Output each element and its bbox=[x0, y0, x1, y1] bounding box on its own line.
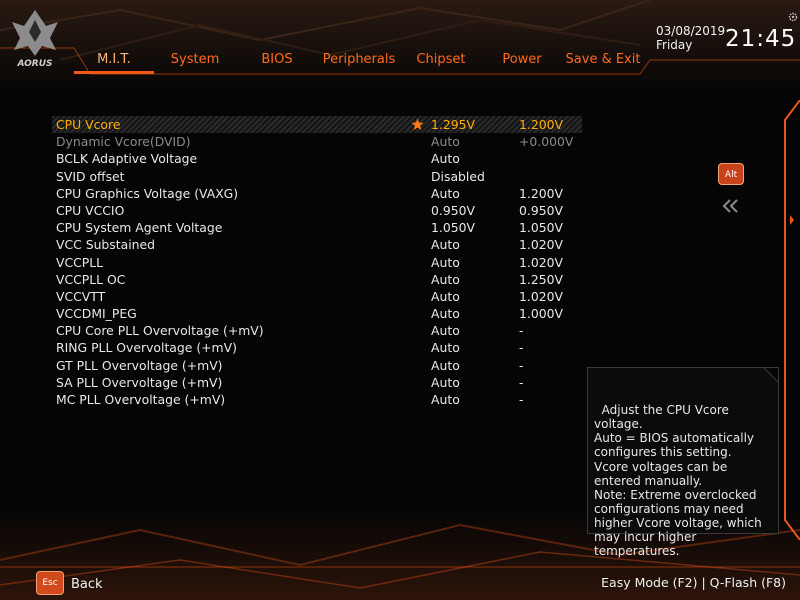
setting-row-bclk-adaptive-voltage[interactable]: BCLK Adaptive Voltage Auto bbox=[52, 150, 582, 167]
setting-value: 1.020V bbox=[519, 288, 563, 304]
setting-value: 1.200V bbox=[519, 117, 563, 132]
setting-label: VCCPLL OC bbox=[56, 271, 126, 287]
setting-row-ring-pll-overvoltage[interactable]: RING PLL Overvoltage (+mV) Auto - bbox=[52, 339, 582, 356]
setting-current: Auto bbox=[431, 340, 460, 356]
setting-label: CPU Vcore bbox=[56, 117, 121, 132]
setting-current: 1.050V bbox=[431, 220, 475, 236]
setting-current: Auto bbox=[431, 134, 460, 150]
double-chevron-left-icon[interactable] bbox=[720, 198, 742, 214]
setting-value: - bbox=[519, 392, 524, 407]
setting-current: Auto bbox=[431, 151, 460, 167]
tab-bios[interactable]: BIOS bbox=[236, 50, 318, 74]
tab-peripherals[interactable]: Peripherals bbox=[318, 50, 400, 74]
setting-row-gt-pll-overvoltage[interactable]: GT PLL Overvoltage (+mV) Auto - bbox=[52, 357, 582, 374]
setting-current: Auto bbox=[431, 254, 460, 270]
tab-mit[interactable]: M.I.T. bbox=[74, 50, 154, 74]
setting-label: CPU VCCIO bbox=[56, 202, 125, 218]
aorus-logo: AORUS bbox=[12, 10, 58, 68]
star-icon bbox=[411, 118, 424, 130]
setting-label: GT PLL Overvoltage (+mV) bbox=[56, 357, 223, 373]
setting-value: - bbox=[519, 340, 524, 356]
setting-value: - bbox=[519, 323, 524, 339]
side-panel-rail[interactable] bbox=[779, 100, 800, 540]
tab-save-exit[interactable]: Save & Exit bbox=[562, 50, 644, 74]
setting-row-cpu-vccio[interactable]: CPU VCCIO 0.950V 0.950V bbox=[52, 202, 582, 219]
setting-current: 1.295V bbox=[431, 117, 475, 132]
gear-icon[interactable] bbox=[788, 12, 798, 22]
setting-row-sa-pll-overvoltage[interactable]: SA PLL Overvoltage (+mV) Auto - bbox=[52, 374, 582, 391]
setting-label: BCLK Adaptive Voltage bbox=[56, 151, 198, 167]
setting-value: 1.200V bbox=[519, 185, 563, 201]
setting-current: Auto bbox=[431, 185, 460, 201]
setting-label: CPU System Agent Voltage bbox=[56, 220, 223, 236]
setting-label: VCC Substained bbox=[56, 237, 155, 253]
setting-label: CPU Core PLL Overvoltage (+mV) bbox=[56, 323, 264, 339]
back-label[interactable]: Back bbox=[71, 577, 103, 592]
setting-value: - bbox=[519, 357, 524, 373]
day-text: Friday bbox=[656, 38, 693, 52]
setting-value: 0.950V bbox=[519, 202, 563, 218]
setting-value: 1.250V bbox=[519, 271, 563, 287]
tab-system[interactable]: System bbox=[154, 50, 236, 74]
setting-label: SVID offset bbox=[56, 168, 125, 184]
setting-label: CPU Graphics Voltage (VAXG) bbox=[56, 185, 239, 201]
setting-current: Auto bbox=[431, 323, 460, 339]
setting-value: 1.020V bbox=[519, 237, 563, 253]
setting-row-vccpll-oc[interactable]: VCCPLL OC Auto 1.250V bbox=[52, 271, 582, 288]
footer-shortcuts[interactable]: Easy Mode (F2) | Q-Flash (F8) bbox=[601, 575, 786, 590]
setting-current: Auto bbox=[431, 357, 460, 373]
date-display: 03/08/2019 Friday bbox=[656, 24, 725, 52]
setting-row-mc-pll-overvoltage[interactable]: MC PLL Overvoltage (+mV) Auto - bbox=[52, 391, 582, 408]
setting-label: VCCVTT bbox=[56, 288, 106, 304]
svg-text:AORUS: AORUS bbox=[16, 59, 52, 68]
setting-row-cpu-vcore[interactable]: CPU Vcore 1.295V 1.200V bbox=[52, 116, 582, 134]
tab-power[interactable]: Power bbox=[482, 50, 562, 74]
setting-value: 1.020V bbox=[519, 254, 563, 270]
setting-row-vccdmi-peg[interactable]: VCCDMI_PEG Auto 1.000V bbox=[52, 305, 582, 322]
alt-key-button[interactable]: Alt bbox=[718, 163, 744, 185]
setting-row-vcc-substained[interactable]: VCC Substained Auto 1.020V bbox=[52, 236, 582, 253]
setting-label: SA PLL Overvoltage (+mV) bbox=[56, 374, 223, 390]
setting-label: MC PLL Overvoltage (+mV) bbox=[56, 392, 226, 407]
setting-row-dynamic-vcore[interactable]: Dynamic Vcore(DVID) Auto +0.000V bbox=[52, 133, 582, 150]
setting-label: VCCPLL bbox=[56, 254, 104, 270]
setting-current: 0.950V bbox=[431, 202, 475, 218]
setting-value: 1.000V bbox=[519, 306, 563, 322]
setting-current: Auto bbox=[431, 374, 460, 390]
help-description-box: Adjust the CPU Vcore voltage. Auto = BIO… bbox=[587, 367, 779, 558]
setting-current: Auto bbox=[431, 392, 460, 407]
main-tab-bar: M.I.T. System BIOS Peripherals Chipset P… bbox=[74, 50, 644, 74]
setting-current: Auto bbox=[431, 237, 460, 253]
clock-time: 21:45 bbox=[725, 26, 797, 52]
setting-current: Auto bbox=[431, 271, 460, 287]
setting-value: 1.050V bbox=[519, 220, 563, 236]
date-text: 03/08/2019 bbox=[656, 24, 726, 38]
voltage-settings-list: CPU Vcore 1.295V 1.200V Dynamic Vcore(DV… bbox=[52, 116, 582, 408]
setting-value: - bbox=[519, 374, 524, 390]
setting-current: Disabled bbox=[431, 168, 485, 184]
setting-value: +0.000V bbox=[519, 134, 574, 150]
setting-row-vccvtt[interactable]: VCCVTT Auto 1.020V bbox=[52, 288, 582, 305]
corner-fold-icon bbox=[764, 368, 778, 382]
setting-row-cpu-core-pll-overvoltage[interactable]: CPU Core PLL Overvoltage (+mV) Auto - bbox=[52, 322, 582, 339]
setting-label: RING PLL Overvoltage (+mV) bbox=[56, 340, 237, 356]
setting-row-svid-offset[interactable]: SVID offset Disabled bbox=[52, 168, 582, 185]
setting-current: Auto bbox=[431, 288, 460, 304]
setting-label: Dynamic Vcore(DVID) bbox=[56, 134, 191, 150]
setting-current: Auto bbox=[431, 306, 460, 322]
setting-row-cpu-graphics-voltage[interactable]: CPU Graphics Voltage (VAXG) Auto 1.200V bbox=[52, 185, 582, 202]
esc-key-button[interactable]: Esc bbox=[36, 571, 64, 595]
setting-row-vccpll[interactable]: VCCPLL Auto 1.020V bbox=[52, 254, 582, 271]
setting-row-cpu-system-agent-voltage[interactable]: CPU System Agent Voltage 1.050V 1.050V bbox=[52, 219, 582, 236]
setting-label: VCCDMI_PEG bbox=[56, 306, 137, 322]
tab-chipset[interactable]: Chipset bbox=[400, 50, 482, 74]
